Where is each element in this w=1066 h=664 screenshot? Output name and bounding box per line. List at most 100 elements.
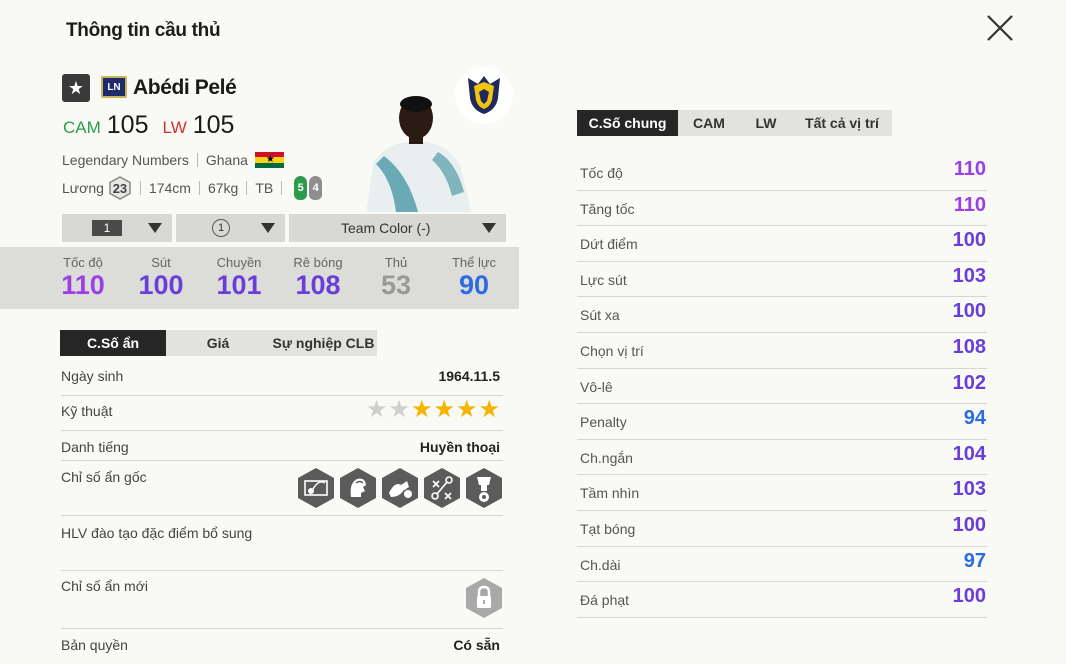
club-crest-icon	[468, 76, 500, 114]
nation-name: Ghana	[205, 152, 248, 168]
detail-label: Ngày sinh	[61, 368, 124, 384]
weight: 67kg	[207, 180, 239, 196]
tab-price[interactable]: Giá	[166, 330, 270, 356]
salary-badge: 23	[108, 176, 132, 200]
close-button[interactable]	[984, 12, 1016, 44]
position-ratings: CAM 105 LW 105	[63, 111, 234, 140]
stat-label: Ch.dài	[580, 556, 621, 573]
stat-row: Sút xa 100	[577, 297, 987, 333]
detail-tabs: C.Số ẩn Giá Sự nghiệp CLB	[60, 330, 377, 356]
star-icon: ★	[478, 396, 500, 423]
stat-value: 103	[952, 478, 986, 501]
detail-row-copyright: Bản quyền Có sẵn	[61, 629, 503, 661]
tab-general-stats[interactable]: C.Số chung	[577, 110, 678, 136]
stat-row: Ch.dài 97	[577, 547, 987, 583]
detail-label: Chỉ số ẩn gốc	[61, 469, 147, 485]
star-icon: ★	[365, 396, 388, 423]
chevron-down-icon	[482, 223, 496, 233]
star-icon: ★	[388, 396, 410, 423]
stat-value: 104	[952, 442, 986, 465]
summary-stats: Tốc độ 110 Sút 100 Chuyền 101 Rê bóng 10…	[0, 247, 519, 309]
tab-lw[interactable]: LW	[740, 110, 792, 136]
height: 174cm	[148, 180, 191, 196]
stat-value: 102	[952, 371, 986, 394]
summary-stat-label: Rê bóng	[293, 255, 343, 270]
summary-stat: Thể lực 90	[450, 255, 498, 300]
flair-trait-icon[interactable]	[339, 467, 377, 509]
stat-value: 94	[963, 407, 986, 430]
summary-stat-label: Thủ	[384, 255, 408, 270]
detail-row-traits: Chỉ số ẩn gốc	[61, 461, 503, 516]
stat-label: Tạt bóng	[580, 521, 636, 537]
stat-row: Lực sút 103	[577, 262, 987, 298]
ghana-flag-icon: ★	[254, 152, 284, 168]
tab-hidden-stats[interactable]: C.Số ẩn	[60, 330, 166, 356]
summary-stat-label: Thể lực	[451, 255, 497, 270]
summary-stat-label: Chuyền	[216, 255, 262, 270]
stat-label: Lực sút	[580, 271, 627, 288]
left-foot-icon: 5	[294, 176, 308, 200]
tab-all-positions[interactable]: Tất cả vị trí	[792, 110, 892, 136]
level-dropdown[interactable]: 1	[62, 214, 172, 242]
grade-dropdown[interactable]: 1	[176, 214, 285, 242]
long-shot-trait-icon[interactable]	[297, 467, 335, 509]
level-value: 1	[92, 220, 122, 236]
tab-cam[interactable]: CAM	[678, 110, 740, 136]
stat-label: Tăng tốc	[580, 200, 635, 217]
favorite-star-icon[interactable]: ★	[62, 74, 90, 102]
stat-row: Đá phạt 100	[577, 582, 987, 618]
divider	[196, 153, 198, 167]
stat-label: Sút xa	[580, 307, 620, 324]
summary-stat-label: Tốc độ	[63, 255, 103, 270]
stat-row: Ch.ngắn 104	[577, 440, 987, 476]
lock-icon[interactable]	[465, 577, 503, 619]
player-physical-line: Lương 23 174cm 67kg TB 5 4	[62, 176, 323, 200]
stat-row: Tăng tốc 110	[577, 191, 987, 227]
summary-stat-label: Sút	[151, 255, 171, 270]
stat-position-tabs: C.Số chung CAM LW Tất cả vị trí	[577, 110, 892, 136]
stat-label: Ch.ngắn	[580, 449, 633, 466]
salary-label: Lương	[62, 180, 104, 196]
stat-row: Tầm nhìn 103	[577, 475, 987, 511]
grade-value: 1	[212, 219, 230, 237]
stat-value: 100	[952, 585, 986, 608]
tab-club-career[interactable]: Sự nghiệp CLB	[270, 330, 377, 356]
stat-value: 100	[952, 514, 986, 536]
stat-label: Chọn vị trí	[580, 343, 644, 359]
right-foot-icon: 4	[309, 176, 323, 200]
detail-label: Kỹ thuật	[61, 403, 113, 419]
dribbler-trait-icon[interactable]	[381, 467, 419, 509]
stat-row: Penalty 94	[577, 404, 987, 440]
salary-value: 23	[112, 180, 128, 196]
detail-label: Chỉ số ẩn mới	[61, 578, 148, 594]
stat-row: Vô-lê 102	[577, 369, 987, 405]
player-origin-line: Legendary Numbers Ghana ★	[62, 152, 284, 168]
summary-stat-value: 100	[138, 270, 184, 300]
position-lw-label: LW	[162, 118, 187, 137]
detail-row-new-traits: Chỉ số ẩn mới	[61, 571, 503, 629]
season-badge: LN	[101, 76, 127, 98]
body-type: TB	[255, 180, 274, 196]
stat-label: Vô-lê	[580, 378, 613, 395]
close-icon	[987, 15, 1013, 41]
upgrade-selectors: 1 1 Team Color (-)	[62, 214, 506, 242]
position-lw-ovr: 105	[192, 111, 235, 139]
summary-stat: Thủ 53	[376, 255, 416, 300]
detail-label: HLV đào tạo đặc điểm bổ sung	[61, 525, 253, 541]
divider	[139, 181, 141, 195]
stat-row: Dứt điểm 100	[577, 226, 987, 262]
stat-label: Tầm nhìn	[580, 485, 640, 502]
team-color-dropdown[interactable]: Team Color (-)	[289, 214, 506, 242]
stat-value: 100	[952, 229, 986, 252]
detail-label: Bản quyền	[61, 637, 128, 653]
stat-row: Tốc độ 110	[577, 155, 987, 191]
divider	[198, 181, 200, 195]
chevron-down-icon	[261, 223, 275, 233]
position-cam-label: CAM	[63, 118, 101, 137]
team-player-trait-icon[interactable]	[465, 467, 503, 509]
club-crest	[455, 66, 513, 124]
stat-value: 100	[952, 300, 986, 323]
playmaker-trait-icon[interactable]	[423, 467, 461, 509]
detail-value: 1964.11.5	[438, 368, 500, 384]
summary-stat-value: 53	[380, 270, 412, 300]
